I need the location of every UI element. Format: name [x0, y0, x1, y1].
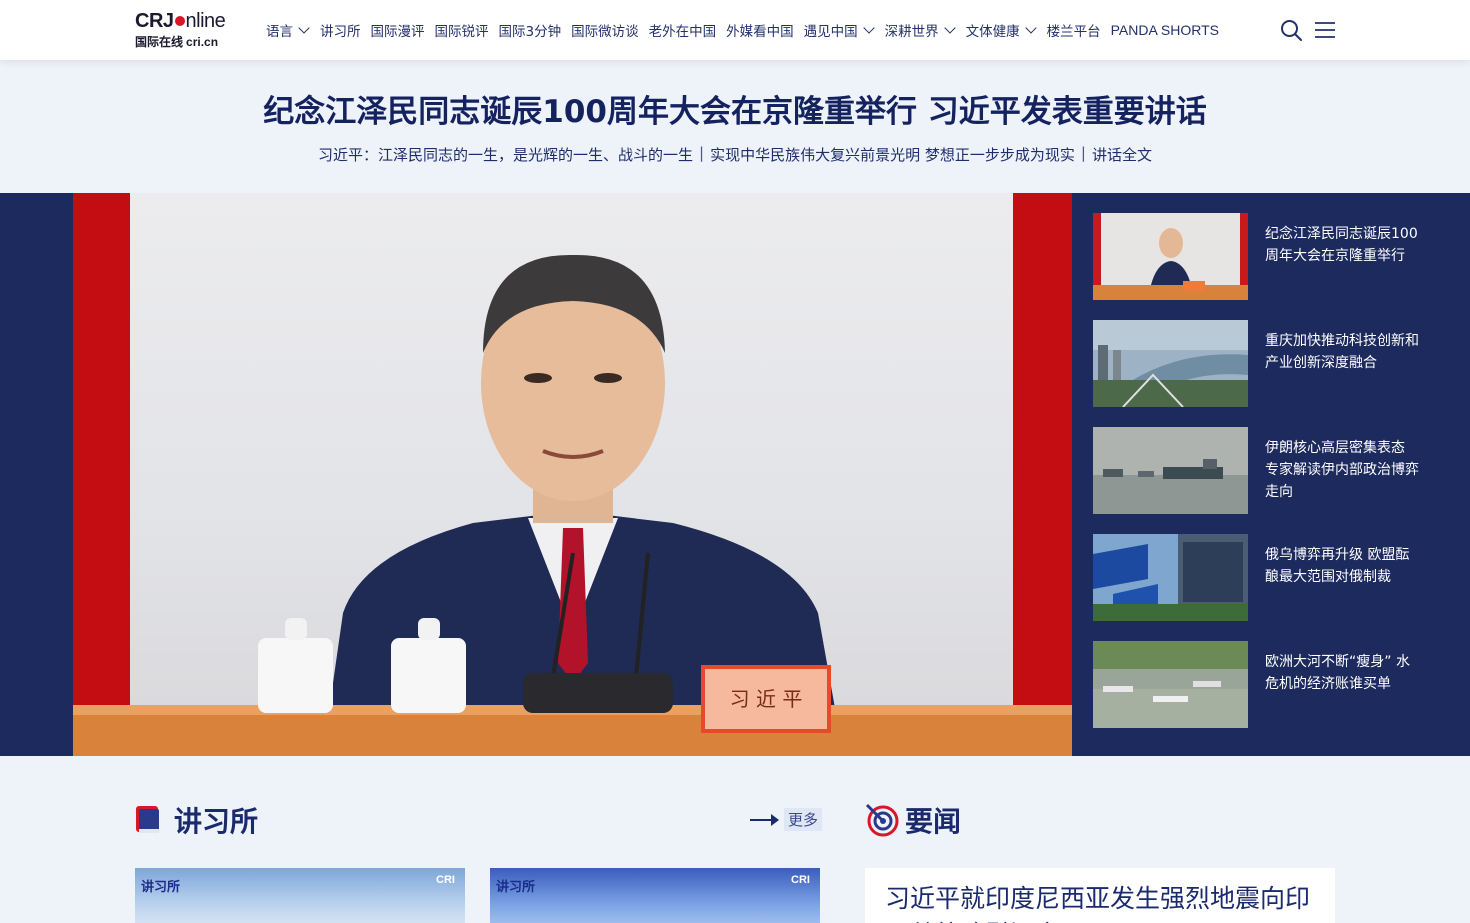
card-cri-logo: CRI — [791, 874, 810, 886]
chevron-down-icon — [1024, 22, 1037, 34]
side-news-thumb — [1093, 427, 1248, 514]
card-brand: 讲习所 — [496, 880, 536, 895]
logo-domain: cri.cn — [186, 35, 219, 49]
nav-item-deep-world[interactable]: 深耕世界 — [885, 20, 956, 40]
more-link[interactable]: 更多 — [750, 808, 823, 831]
separator: | — [699, 144, 705, 162]
chevron-down-icon — [298, 22, 310, 34]
menu-icon[interactable] — [1315, 21, 1335, 39]
side-news-item[interactable]: 重庆加快推动科技创新和产业创新深度融合 — [1093, 320, 1423, 407]
target-icon — [865, 803, 899, 837]
side-news-title: 纪念江泽民同志诞辰100周年大会在京隆重举行 — [1265, 226, 1418, 264]
separator: | — [1080, 144, 1086, 162]
nav-item-loulan[interactable]: 楼兰平台 — [1047, 20, 1101, 40]
side-news-item[interactable]: 伊朗核心高层密集表态 专家解读伊内部政治博弈走向 — [1093, 427, 1423, 514]
headline-title[interactable]: 纪念江泽民同志诞辰100周年大会在京隆重举行 习近平发表重要讲话 — [0, 86, 1470, 131]
site-logo[interactable]: CRJ nline 国际在线 cri.cn — [135, 8, 235, 50]
section-jiangxisuo-title[interactable]: 讲习所 — [135, 800, 258, 840]
side-news-panel: 纪念江泽民同志诞辰100周年大会在京隆重举行 重庆加快推动科技创新和产业创新深度… — [1072, 193, 1435, 756]
hero-photo[interactable]: 习 近 平 — [73, 193, 1072, 756]
side-news-title: 欧洲大河不断“瘦身” 水危机的经济账谁买单 — [1265, 654, 1410, 692]
book-icon — [136, 806, 159, 833]
search-icon[interactable] — [1280, 19, 1302, 41]
chevron-down-icon — [862, 22, 875, 34]
sub-link-1[interactable]: 习近平：江泽民同志的一生，是光辉的一生、战斗的一生 — [318, 144, 693, 165]
card-brand: 讲习所 — [141, 880, 181, 895]
main-nav: 语言 讲习所 国际漫评 国际锐评 国际3分钟 国际微访谈 老外在中国 外媒看中国… — [266, 0, 1229, 60]
jiangxisuo-card[interactable]: 讲习所 CRI — [135, 868, 465, 923]
nav-item-panda-shorts[interactable]: PANDA SHORTS — [1111, 22, 1219, 38]
side-news-title: 重庆加快推动科技创新和产业创新深度融合 — [1265, 333, 1419, 371]
nav-item-micro-interview[interactable]: 国际微访谈 — [571, 20, 639, 40]
side-news-title: 伊朗核心高层密集表态 专家解读伊内部政治博弈走向 — [1265, 440, 1419, 500]
side-news-thumb — [1093, 213, 1248, 300]
nav-item-sharp-commentary[interactable]: 国际锐评 — [435, 20, 489, 40]
nav-item-language[interactable]: 语言 — [266, 20, 310, 40]
logo-brand: CRJ — [135, 10, 174, 32]
top-news-box[interactable]: 习近平就印度尼西亚发生强烈地震向印尼总统致慰问电 — [865, 868, 1335, 923]
side-news-thumb — [1093, 641, 1248, 728]
top-headline: 纪念江泽民同志诞辰100周年大会在京隆重举行 习近平发表重要讲话 习近平：江泽民… — [0, 60, 1470, 193]
side-news-title: 俄乌博弈再升级 欧盟酝酿最大范围对俄制裁 — [1265, 547, 1410, 585]
side-news-item[interactable]: 欧洲大河不断“瘦身” 水危机的经济账谁买单 — [1093, 641, 1423, 728]
logo-chinese: 国际在线 — [135, 35, 184, 49]
card-cri-logo: CRI — [436, 874, 455, 886]
section-yaowen-title[interactable]: 要闻 — [865, 800, 961, 840]
nav-item-3-minutes[interactable]: 国际3分钟 — [499, 20, 562, 40]
side-news-thumb — [1093, 320, 1248, 407]
top-news-headline: 习近平就印度尼西亚发生强烈地震向印尼总统致慰问电 — [885, 884, 1311, 923]
nav-item-jiangxisuo[interactable]: 讲习所 — [320, 20, 361, 40]
logo-dot-icon — [174, 16, 185, 26]
hero-illustration — [73, 254, 1072, 756]
side-news-thumb — [1093, 534, 1248, 621]
nav-item-foreigners-in-china[interactable]: 老外在中国 — [649, 20, 717, 40]
logo-online: nline — [185, 10, 226, 32]
nav-item-cartoon-commentary[interactable]: 国际漫评 — [371, 20, 425, 40]
arrow-right-icon — [750, 813, 779, 826]
headline-sub-links: 习近平：江泽民同志的一生，是光辉的一生、战斗的一生 | 实现中华民族伟大复兴前景… — [0, 144, 1470, 165]
jiangxisuo-card[interactable]: 讲习所 CRI — [490, 868, 820, 923]
nav-item-foreign-media[interactable]: 外媒看中国 — [726, 20, 794, 40]
hero-nameplate: 习 近 平 — [729, 687, 803, 711]
side-news-item[interactable]: 俄乌博弈再升级 欧盟酝酿最大范围对俄制裁 — [1093, 534, 1423, 621]
sub-link-3[interactable]: 讲话全文 — [1092, 144, 1152, 165]
nav-item-culture-health[interactable]: 文体健康 — [966, 20, 1037, 40]
side-news-item[interactable]: 纪念江泽民同志诞辰100周年大会在京隆重举行 — [1093, 213, 1423, 300]
nav-item-meet-china[interactable]: 遇见中国 — [804, 20, 875, 40]
site-header: CRJ nline 国际在线 cri.cn 语言 讲习所 国际漫评 国际锐评 国际3… — [0, 0, 1470, 60]
chevron-down-icon — [943, 22, 956, 34]
sub-link-2[interactable]: 实现中华民族伟大复兴前景光明 梦想正一步步成为现实 — [710, 144, 1075, 165]
